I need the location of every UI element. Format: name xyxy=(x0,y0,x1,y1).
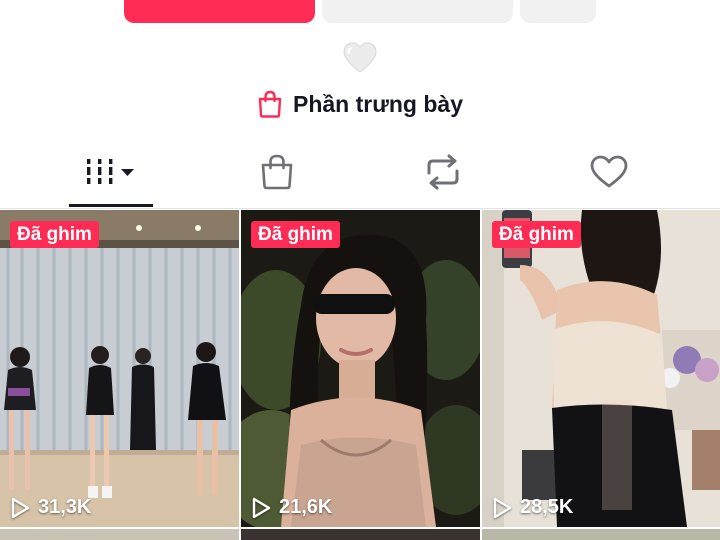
video-thumbnail-image xyxy=(482,210,720,527)
grid-icon xyxy=(87,159,134,184)
view-count: 21,6K xyxy=(251,496,332,519)
shopping-bag-icon xyxy=(258,90,282,118)
profile-tabs xyxy=(0,140,720,208)
view-count-value: 31,3K xyxy=(38,496,92,518)
video-thumbnail[interactable] xyxy=(241,529,480,540)
view-count: 31,3K xyxy=(10,496,91,519)
video-thumbnail[interactable]: Đã ghim 28,5K xyxy=(482,210,720,527)
message-button[interactable] xyxy=(322,0,513,23)
video-thumbnail-image xyxy=(0,210,239,527)
video-thumbnail[interactable] xyxy=(482,529,720,540)
tab-shop[interactable] xyxy=(217,140,337,204)
caret-down-icon xyxy=(121,169,134,176)
pinned-badge: Đã ghim xyxy=(492,221,581,248)
tab-videos[interactable] xyxy=(51,140,171,204)
tab-reposts[interactable] xyxy=(383,140,503,204)
shopping-bag-icon xyxy=(261,154,293,190)
showcase-link[interactable]: Phần trưng bày xyxy=(0,86,720,122)
play-icon xyxy=(252,497,271,518)
view-count: 28,5K xyxy=(492,496,573,519)
video-grid: Đã ghim 31,3K Đã ghim 21,6K Đã ghim 28,5… xyxy=(0,210,720,540)
tabs-divider xyxy=(0,208,720,209)
video-thumbnail-image xyxy=(241,210,480,527)
view-count-value: 21,6K xyxy=(279,496,333,518)
pinned-badge: Đã ghim xyxy=(251,221,340,248)
more-options-button[interactable] xyxy=(520,0,596,23)
tab-liked[interactable] xyxy=(549,140,669,204)
follow-button[interactable] xyxy=(124,0,315,23)
pinned-badge: Đã ghim xyxy=(10,221,99,248)
active-tab-indicator xyxy=(69,204,153,207)
repost-icon xyxy=(427,154,459,190)
view-count-value: 28,5K xyxy=(520,496,574,518)
play-icon xyxy=(11,497,30,518)
showcase-label: Phần trưng bày xyxy=(292,90,463,117)
play-icon xyxy=(493,497,512,518)
video-thumbnail[interactable]: Đã ghim 21,6K xyxy=(241,210,480,527)
heart-outline-icon xyxy=(590,155,628,188)
video-thumbnail[interactable] xyxy=(0,529,239,540)
video-thumbnail[interactable]: Đã ghim 31,3K xyxy=(0,210,239,527)
white-heart-icon xyxy=(343,42,377,73)
